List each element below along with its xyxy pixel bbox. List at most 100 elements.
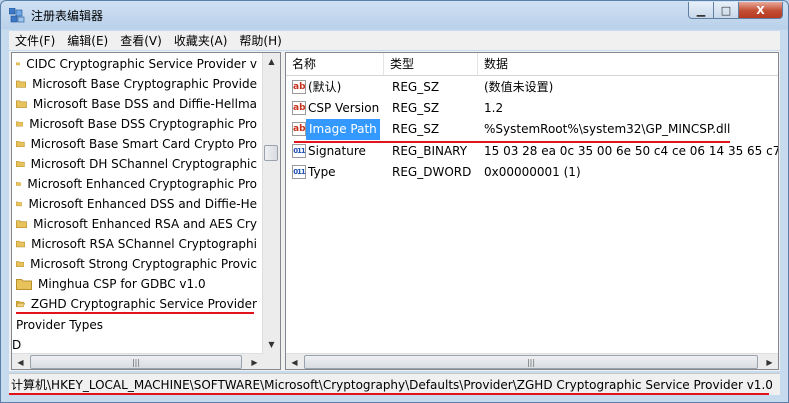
scroll-thumb[interactable]: ||| — [30, 355, 242, 369]
maximize-icon: □ — [720, 3, 732, 17]
value-name: Type — [308, 165, 336, 179]
chevron-right-icon: ▶ — [251, 358, 258, 367]
list-header: 名称 类型 数据 — [286, 53, 778, 76]
tree-item[interactable]: Microsoft RSA SChannel Cryptographi — [12, 234, 257, 253]
title-bar[interactable]: 注册表编辑器 ▁ □ X — [1, 1, 788, 29]
scroll-left-button[interactable]: ◀ — [12, 354, 29, 369]
tree-item-selected[interactable]: ZGHD Cryptographic Service Provider — [12, 294, 257, 313]
string-value-icon: ab — [292, 80, 306, 94]
scroll-right-button[interactable]: ▶ — [246, 354, 263, 369]
tree-item-label: Minghua CSP for GDBC v1.0 — [38, 276, 206, 291]
registry-editor-icon — [9, 8, 25, 23]
scroll-thumb[interactable]: ||| — [304, 355, 758, 369]
tree-item[interactable]: Provider Types — [12, 315, 257, 334]
value-name: CSP Version — [308, 101, 380, 115]
scroll-thumb[interactable] — [264, 145, 278, 161]
minimize-icon: ▁ — [696, 3, 706, 17]
value-data: 15 03 28 ea 0c 35 00 6e 50 c4 ce 06 14 3… — [484, 144, 779, 158]
tree-item-label: Microsoft DH SChannel Cryptographic — [30, 156, 257, 171]
list-row[interactable]: 011 Type REG_DWORD 0x00000001 (1) — [286, 162, 778, 183]
tree-item-label: Microsoft Enhanced RSA and AES Cry — [33, 216, 257, 231]
tree-item-label: Microsoft Base Cryptographic Provide — [32, 76, 257, 91]
menu-help[interactable]: 帮助(H) — [233, 32, 287, 49]
folder-icon — [16, 261, 25, 267]
value-type: REG_SZ — [392, 80, 440, 94]
value-name: Signature — [308, 144, 366, 158]
tree-item[interactable]: Microsoft Base Smart Card Crypto Pro — [12, 134, 257, 153]
folder-icon — [16, 62, 21, 66]
value-name: Image Path — [306, 119, 380, 140]
tree-item-label: Microsoft Enhanced Cryptographic Pro — [27, 176, 257, 191]
folder-icon — [16, 161, 25, 168]
tree-item[interactable]: Minghua CSP for GDBC v1.0 — [12, 274, 257, 293]
menu-favorites[interactable]: 收藏夹(A) — [168, 32, 234, 49]
tree-item-label: Microsoft Enhanced DSS and Diffie-He — [28, 196, 257, 211]
menu-file[interactable]: 文件(F) — [9, 32, 61, 49]
tree-item[interactable]: Microsoft Base Cryptographic Provide — [12, 74, 257, 93]
maximize-button[interactable]: □ — [714, 2, 739, 19]
close-icon: X — [756, 3, 765, 17]
chevron-down-icon: ▼ — [268, 340, 275, 349]
binary-value-icon: 011 — [292, 144, 306, 158]
scroll-down-button[interactable]: ▼ — [263, 336, 280, 353]
tree-item-label: Microsoft Base DSS Cryptographic Pro — [29, 116, 257, 131]
folder-icon — [16, 80, 27, 88]
list-row[interactable]: ab (默认) REG_SZ (数值未设置) — [286, 77, 778, 98]
scroll-corner — [263, 352, 280, 369]
list-row[interactable]: 011 Signature REG_BINARY 15 03 28 ea 0c … — [286, 141, 779, 162]
chevron-right-icon: ▶ — [766, 358, 773, 367]
value-type: REG_SZ — [392, 101, 440, 115]
tree-item[interactable]: Microsoft Enhanced DSS and Diffie-He — [12, 194, 257, 213]
tree-item[interactable]: Microsoft Strong Cryptographic Provic — [12, 254, 257, 273]
main-area: CIDC Cryptographic Service Provider v Mi… — [9, 51, 780, 371]
chevron-up-icon: ▲ — [268, 57, 275, 66]
folder-icon — [16, 220, 28, 229]
registry-tree: CIDC Cryptographic Service Provider v Mi… — [11, 52, 281, 370]
tree-vertical-scrollbar[interactable]: ▲ ▼ — [262, 53, 280, 353]
annotation-underline — [9, 393, 769, 395]
status-bar: 计算机\HKEY_LOCAL_MACHINE\SOFTWARE\Microsof… — [9, 373, 780, 395]
chevron-left-icon: ◀ — [291, 358, 298, 367]
column-header-type[interactable]: 类型 — [384, 53, 478, 75]
tree-item-label: Microsoft RSA SChannel Cryptographi — [31, 236, 257, 251]
close-button[interactable]: X — [739, 2, 783, 19]
window-title: 注册表编辑器 — [31, 9, 104, 23]
value-type: REG_SZ — [392, 122, 440, 136]
tree-item[interactable]: CIDC Cryptographic Service Provider v — [12, 54, 257, 73]
folder-open-icon — [16, 301, 25, 308]
menu-edit[interactable]: 编辑(E) — [61, 32, 114, 49]
list-horizontal-scrollbar[interactable]: ◀ ||| ▶ — [286, 353, 778, 369]
folder-icon — [16, 121, 24, 127]
folder-icon — [16, 141, 25, 147]
tree-item[interactable]: Microsoft DH SChannel Cryptographic — [12, 154, 257, 173]
scroll-right-button[interactable]: ▶ — [761, 354, 778, 369]
tree-item-label: D — [12, 337, 22, 352]
menu-view[interactable]: 查看(V) — [114, 32, 168, 49]
tree-item[interactable]: Microsoft Base DSS and Diffie-Hellma — [12, 94, 257, 113]
tree-item[interactable]: Microsoft Base DSS Cryptographic Pro — [12, 114, 257, 133]
registry-editor-window: 注册表编辑器 ▁ □ X 文件(F) 编辑(E) 查看(V) 收藏夹(A) 帮助… — [0, 0, 789, 403]
binary-value-icon: 011 — [292, 165, 306, 179]
tree-item[interactable]: D — [12, 335, 257, 353]
list-row[interactable]: ab CSP Version REG_SZ 1.2 — [286, 98, 778, 119]
tree-item-label: Microsoft Base DSS and Diffie-Hellma — [32, 96, 257, 111]
value-data: (数值未设置) — [484, 80, 554, 94]
string-value-icon: ab — [292, 122, 306, 136]
tree-horizontal-scrollbar[interactable]: ◀ ||| ▶ — [12, 353, 263, 369]
value-data: 1.2 — [484, 101, 504, 115]
folder-icon — [16, 279, 32, 290]
scroll-left-button[interactable]: ◀ — [286, 354, 303, 369]
column-header-name[interactable]: 名称 — [286, 53, 384, 75]
list-row-selected[interactable]: ab Image Path REG_SZ %SystemRoot%\system… — [286, 119, 778, 140]
value-name: (默认) — [308, 80, 342, 94]
minimize-button[interactable]: ▁ — [688, 2, 714, 19]
folder-icon — [16, 181, 22, 186]
grip-icon: ||| — [131, 357, 141, 367]
column-header-data[interactable]: 数据 — [478, 53, 778, 75]
scroll-up-button[interactable]: ▲ — [263, 53, 280, 70]
tree-item[interactable]: Microsoft Enhanced Cryptographic Pro — [12, 174, 257, 193]
string-value-icon: ab — [292, 101, 306, 115]
tree-item[interactable]: Microsoft Enhanced RSA and AES Cry — [12, 214, 257, 233]
value-type: REG_DWORD — [392, 165, 472, 179]
chevron-left-icon: ◀ — [17, 358, 24, 367]
